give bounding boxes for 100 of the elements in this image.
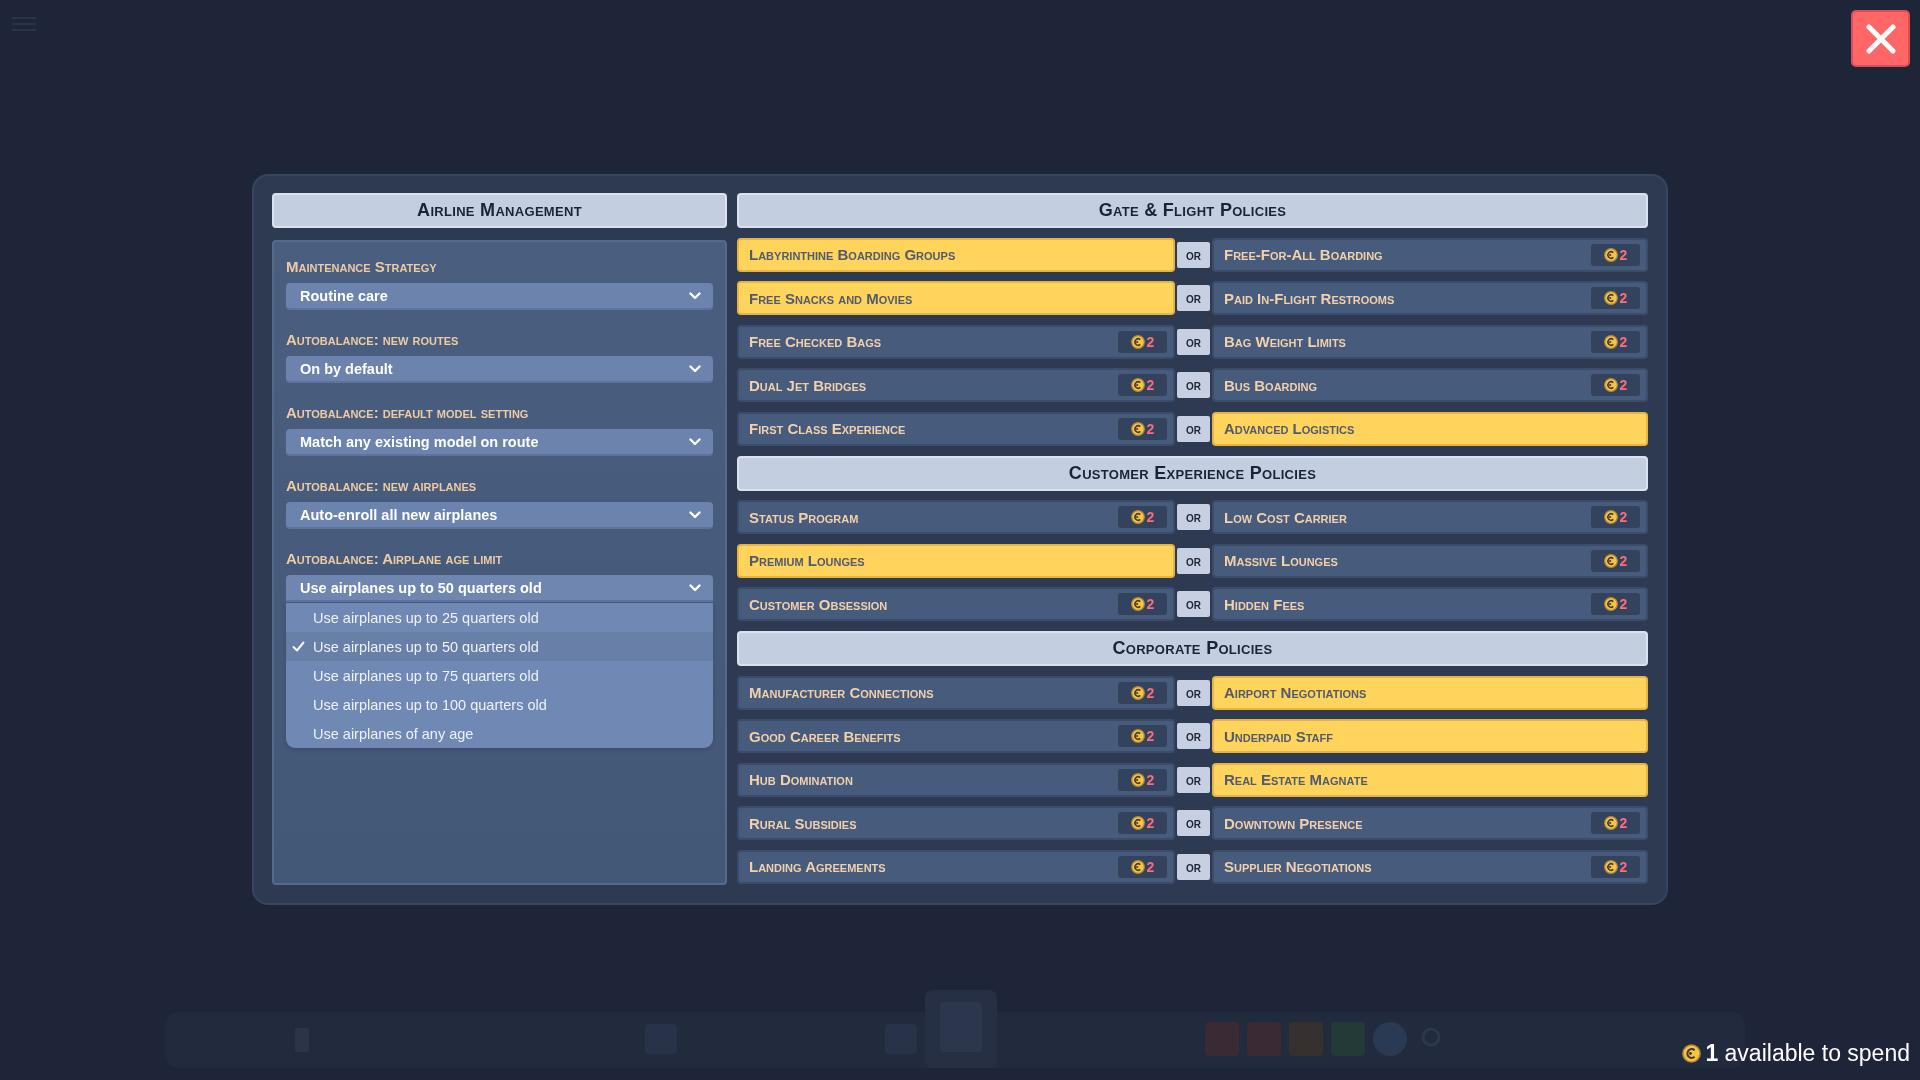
menu-option[interactable]: Use airplanes up to 100 quarters old <box>286 690 713 719</box>
policy-option[interactable]: Customer Obsession 2 <box>737 587 1175 622</box>
coin-icon <box>1603 816 1618 831</box>
coin-icon <box>1603 553 1618 568</box>
setting-label: Autobalance: Airplane age limit <box>286 549 504 569</box>
coin-icon <box>1603 597 1618 612</box>
chevron-icon <box>689 583 701 592</box>
cost-amount: 2 <box>1619 815 1628 832</box>
policy-option[interactable]: Massive Lounges 2 <box>1212 543 1648 578</box>
chevron-icon <box>689 510 701 519</box>
close-icon <box>1865 23 1896 54</box>
cost-amount: 2 <box>1146 596 1155 613</box>
setting-label: Autobalance: new routes <box>286 330 460 350</box>
policy-option[interactable]: Hidden Fees 2 <box>1212 587 1648 622</box>
policy-option[interactable]: Supplier Negotiations 2 <box>1212 849 1648 884</box>
setting-label: Autobalance: default model setting <box>286 403 530 423</box>
or-label: or <box>1177 415 1210 442</box>
policy-option[interactable]: Hub Domination 2 <box>737 762 1175 797</box>
section-header: Airline Management <box>272 193 727 228</box>
policy-option[interactable]: Free Snacks and Movies <box>737 281 1175 316</box>
policy-option[interactable]: Bag Weight Limits 2 <box>1212 324 1648 359</box>
dropdown[interactable]: Auto-enroll all new airplanes <box>286 502 713 529</box>
policy-option[interactable]: Free-For-All Boarding 2 <box>1212 237 1648 272</box>
chevron-icon <box>689 437 701 446</box>
policy-option[interactable]: Airport Negotiations <box>1212 675 1648 710</box>
coin-icon <box>1603 291 1618 306</box>
cost-amount: 2 <box>1619 509 1628 526</box>
policy-option[interactable]: Underpaid Staff <box>1212 719 1648 754</box>
coin-icon <box>1130 510 1145 525</box>
menu-option[interactable]: Use airplanes up to 50 quarters old <box>286 632 713 661</box>
check-icon <box>292 641 305 652</box>
coin-icon <box>1130 421 1145 436</box>
policy-option[interactable]: Status Program 2 <box>737 500 1175 535</box>
or-label: or <box>1177 810 1210 837</box>
or-label: or <box>1177 853 1210 880</box>
close-button[interactable] <box>1851 10 1910 67</box>
setting-label: Maintenance Strategy <box>286 257 438 277</box>
chevron-icon <box>689 364 701 373</box>
dropdown[interactable]: On by default <box>286 356 713 383</box>
menu-option[interactable]: Use airplanes of any age <box>286 719 713 748</box>
coin-icon <box>1130 378 1145 393</box>
dropdown[interactable]: Use airplanes up to 50 quarters old <box>286 575 713 602</box>
or-label: or <box>1177 547 1210 574</box>
policy-option[interactable]: Landing Agreements 2 <box>737 849 1175 884</box>
coin-icon <box>1130 597 1145 612</box>
coin-icon <box>1130 685 1145 700</box>
chevron-icon <box>689 291 701 300</box>
or-label: or <box>1177 679 1210 706</box>
dropdown[interactable]: Match any existing model on route <box>286 429 713 456</box>
cost-amount: 2 <box>1146 333 1155 350</box>
cost-amount: 2 <box>1146 509 1155 526</box>
or-label: or <box>1177 591 1210 618</box>
cost-amount: 2 <box>1146 420 1155 437</box>
cost-amount: 2 <box>1146 771 1155 788</box>
coin-icon <box>1130 729 1145 744</box>
cost-amount: 2 <box>1146 728 1155 745</box>
menu-option[interactable]: Use airplanes up to 75 quarters old <box>286 661 713 690</box>
coin-icon <box>1603 378 1618 393</box>
policy-option[interactable]: Advanced Logistics <box>1212 411 1648 446</box>
or-label: or <box>1177 372 1210 399</box>
cost-amount: 2 <box>1619 333 1628 350</box>
or-label: or <box>1177 504 1210 531</box>
coin-icon <box>1130 859 1145 874</box>
policy-option[interactable]: Free Checked Bags 2 <box>737 324 1175 359</box>
cost-amount: 2 <box>1619 377 1628 394</box>
or-label: or <box>1177 723 1210 750</box>
coin-icon <box>1130 334 1145 349</box>
section-header: Customer Experience Policies <box>737 455 1648 491</box>
policy-option[interactable]: Good Career Benefits 2 <box>737 719 1175 754</box>
policy-option[interactable]: Real Estate Magnate <box>1212 762 1648 797</box>
cost-amount: 2 <box>1619 858 1628 875</box>
cost-amount: 2 <box>1146 684 1155 701</box>
setting-label: Autobalance: new airplanes <box>286 476 478 496</box>
policy-option[interactable]: Bus Boarding 2 <box>1212 368 1648 403</box>
points-available-text: 1 available to spend <box>1705 1039 1910 1067</box>
coin-icon <box>1603 334 1618 349</box>
cost-amount: 2 <box>1619 552 1628 569</box>
coin-icon <box>1130 772 1145 787</box>
policy-option[interactable]: Dual Jet Bridges 2 <box>737 368 1175 403</box>
coin-icon <box>1603 859 1618 874</box>
policy-option[interactable]: Rural Subsidies 2 <box>737 806 1175 841</box>
menu-option[interactable]: Use airplanes up to 25 quarters old <box>286 603 713 632</box>
policy-option[interactable]: Low Cost Carrier 2 <box>1212 500 1648 535</box>
coin-icon <box>1603 247 1618 262</box>
policy-option[interactable]: Downtown Presence 2 <box>1212 806 1648 841</box>
cost-amount: 2 <box>1146 815 1155 832</box>
coin-icon <box>1130 816 1145 831</box>
or-label: or <box>1177 285 1210 312</box>
cost-amount: 2 <box>1146 377 1155 394</box>
policy-option[interactable]: First Class Experience 2 <box>737 411 1175 446</box>
policy-option[interactable]: Premium Lounges <box>737 543 1175 578</box>
policy-option[interactable]: Manufacturer Connections 2 <box>737 675 1175 710</box>
section-header: Corporate Policies <box>737 630 1648 666</box>
cost-amount: 2 <box>1146 858 1155 875</box>
dropdown[interactable]: Routine care <box>286 283 713 310</box>
or-label: or <box>1177 328 1210 355</box>
policy-option[interactable]: Paid In-Flight Restrooms 2 <box>1212 281 1648 316</box>
policy-option[interactable]: Labyrinthine Boarding Groups <box>737 237 1175 272</box>
or-label: or <box>1177 241 1210 268</box>
or-label: or <box>1177 766 1210 793</box>
